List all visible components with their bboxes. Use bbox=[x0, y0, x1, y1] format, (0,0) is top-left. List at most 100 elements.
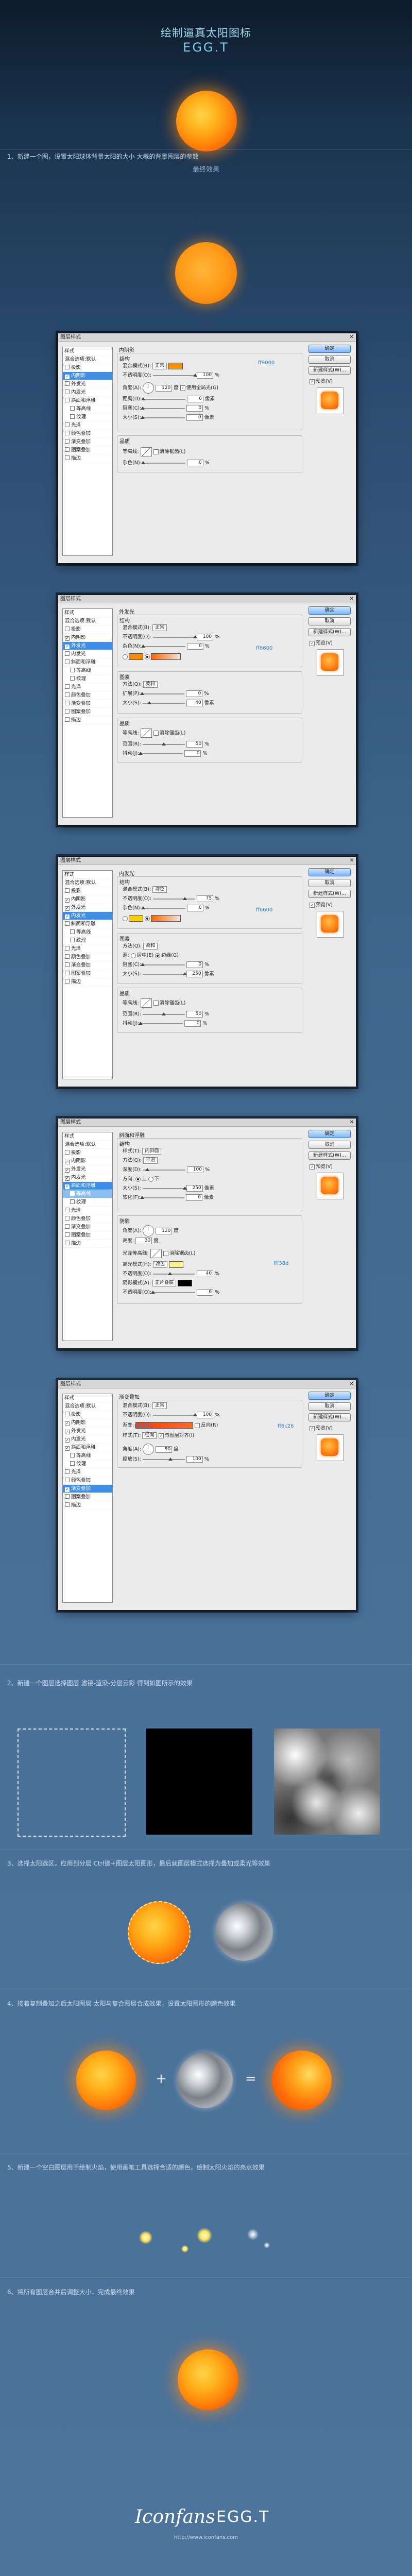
checkbox[interactable]: ✓ bbox=[65, 645, 70, 649]
style-item[interactable]: 斜面和浮雕 bbox=[63, 397, 112, 405]
blend-options-item[interactable]: 混合选项:默认 bbox=[63, 1141, 112, 1149]
jitter-slider[interactable] bbox=[139, 751, 183, 755]
style-item[interactable]: ✓ 外发光 bbox=[63, 904, 112, 912]
ok-button[interactable]: 确定 bbox=[308, 868, 351, 876]
style-item[interactable]: 颜色叠加 bbox=[63, 691, 112, 700]
style-item[interactable]: 渐变叠加 bbox=[63, 961, 112, 970]
blend-mode-select[interactable]: 正常 bbox=[152, 363, 167, 369]
style-item[interactable]: 描边 bbox=[63, 1240, 112, 1248]
cancel-button[interactable]: 取消 bbox=[308, 617, 351, 625]
cancel-button[interactable]: 取消 bbox=[308, 1402, 351, 1411]
choke-slider[interactable] bbox=[141, 962, 185, 966]
opacity-input[interactable]: 75 bbox=[197, 895, 214, 902]
size-input[interactable]: 250 bbox=[186, 1185, 203, 1192]
preview-toggle[interactable]: ✓ 预览(V) bbox=[310, 639, 351, 646]
highlight-opacity-input[interactable]: 40 bbox=[197, 1270, 214, 1277]
contour-picker[interactable] bbox=[140, 728, 152, 738]
style-item[interactable]: 光泽 bbox=[63, 683, 112, 691]
checkbox[interactable] bbox=[70, 676, 75, 681]
gradient-picker[interactable] bbox=[151, 915, 181, 922]
color-swatch[interactable] bbox=[129, 915, 143, 922]
checkbox[interactable]: ✓ bbox=[65, 906, 70, 911]
style-item[interactable]: 颜色叠加 bbox=[63, 953, 112, 961]
shadow-opacity-input[interactable]: 0 bbox=[197, 1289, 214, 1296]
style-item[interactable]: 等高线 bbox=[63, 667, 112, 675]
close-icon[interactable]: ✕ bbox=[350, 595, 354, 603]
checkbox[interactable] bbox=[65, 946, 70, 951]
opacity-slider[interactable] bbox=[153, 896, 196, 900]
checkbox[interactable] bbox=[65, 651, 70, 656]
shadow-opacity-slider[interactable] bbox=[151, 1290, 196, 1294]
style-item[interactable]: 投影 bbox=[63, 364, 112, 372]
radio-up[interactable] bbox=[135, 1176, 141, 1182]
blend-options-item[interactable]: 混合选项:默认 bbox=[63, 879, 112, 887]
style-item[interactable]: ✓ 内阴影 bbox=[63, 634, 112, 642]
close-icon[interactable]: ✕ bbox=[350, 857, 354, 865]
style-item[interactable]: 描边 bbox=[63, 1501, 112, 1510]
radio-color[interactable] bbox=[123, 654, 128, 659]
opacity-slider[interactable] bbox=[153, 1413, 198, 1416]
cancel-button[interactable]: 取消 bbox=[308, 1141, 351, 1149]
checkbox[interactable] bbox=[65, 626, 70, 631]
style-item[interactable]: 纹理 bbox=[63, 1198, 112, 1207]
noise-input[interactable]: 0 bbox=[186, 460, 203, 466]
style-item[interactable]: 光泽 bbox=[63, 1207, 112, 1215]
style-item[interactable]: 等高线 bbox=[63, 405, 112, 413]
style-item[interactable]: 投影 bbox=[63, 1411, 112, 1419]
choke-input[interactable]: 0 bbox=[186, 405, 203, 412]
radio-gradient[interactable] bbox=[145, 654, 150, 659]
style-item[interactable]: 图案叠加 bbox=[63, 446, 112, 454]
style-item[interactable]: 图案叠加 bbox=[63, 1493, 112, 1501]
checkbox[interactable] bbox=[65, 717, 70, 722]
jitter-input[interactable]: 0 bbox=[184, 1020, 201, 1027]
radio-down[interactable] bbox=[148, 1176, 153, 1182]
checkbox[interactable] bbox=[65, 979, 70, 984]
checkbox[interactable] bbox=[70, 1461, 75, 1466]
preview-toggle[interactable]: ✓ 预览(V) bbox=[310, 901, 351, 908]
style-item[interactable]: ✓ 内发光 bbox=[63, 1174, 112, 1182]
checkbox[interactable]: ✓ bbox=[65, 1421, 70, 1426]
style-list-header[interactable]: 样式 bbox=[63, 1132, 112, 1141]
shadow-mode-select[interactable]: 正片叠底 bbox=[152, 1280, 177, 1286]
checkbox[interactable] bbox=[65, 954, 70, 959]
checkbox[interactable] bbox=[70, 1453, 75, 1458]
checkbox[interactable] bbox=[70, 1191, 75, 1196]
size-input[interactable]: 250 bbox=[186, 971, 203, 977]
checkbox[interactable] bbox=[65, 1478, 70, 1482]
soften-slider[interactable] bbox=[140, 1195, 185, 1199]
checkbox[interactable] bbox=[65, 389, 70, 394]
blend-mode-select[interactable]: 滤色 bbox=[152, 886, 167, 893]
bevel-style-select[interactable]: 内斜面 bbox=[142, 1148, 162, 1155]
highlight-mode-select[interactable]: 滤色 bbox=[152, 1261, 167, 1268]
gloss-contour-picker[interactable] bbox=[150, 1249, 162, 1258]
angle-input[interactable]: 120 bbox=[156, 384, 173, 392]
size-slider[interactable] bbox=[142, 972, 187, 975]
preview-toggle[interactable]: ✓ 预览(V) bbox=[310, 1424, 351, 1431]
checkbox[interactable] bbox=[65, 659, 70, 664]
style-item[interactable]: 颜色叠加 bbox=[63, 1215, 112, 1223]
angle-dial[interactable] bbox=[143, 1225, 154, 1236]
checkbox[interactable] bbox=[65, 709, 70, 714]
preview-toggle[interactable]: ✓ 预览(V) bbox=[310, 377, 351, 384]
blend-mode-select[interactable]: 正常 bbox=[152, 624, 167, 631]
close-icon[interactable]: ✕ bbox=[350, 333, 354, 341]
style-item[interactable]: 颜色叠加 bbox=[63, 1477, 112, 1485]
close-icon[interactable]: ✕ bbox=[350, 1118, 354, 1126]
style-item[interactable]: 图案叠加 bbox=[63, 708, 112, 716]
radio-edge[interactable] bbox=[155, 953, 161, 958]
shadow-color-swatch[interactable] bbox=[178, 1280, 193, 1286]
style-list-header[interactable]: 样式 bbox=[63, 1394, 112, 1402]
style-item[interactable]: ✓ 斜面和浮雕 bbox=[63, 1444, 112, 1452]
checkbox[interactable] bbox=[65, 1494, 70, 1499]
checkbox[interactable] bbox=[65, 962, 70, 967]
depth-slider[interactable] bbox=[143, 1167, 185, 1171]
angle-input[interactable]: 90 bbox=[156, 1446, 173, 1453]
size-slider[interactable] bbox=[140, 415, 185, 419]
choke-slider[interactable] bbox=[141, 406, 185, 410]
ok-button[interactable]: 确定 bbox=[308, 606, 351, 615]
style-item[interactable]: 等高线 bbox=[63, 928, 112, 937]
checkbox[interactable] bbox=[65, 684, 70, 689]
preview-toggle[interactable]: ✓ 预览(V) bbox=[310, 1162, 351, 1170]
checkbox[interactable]: ✓ bbox=[65, 1176, 70, 1181]
style-item[interactable]: 外发光 bbox=[63, 380, 112, 388]
